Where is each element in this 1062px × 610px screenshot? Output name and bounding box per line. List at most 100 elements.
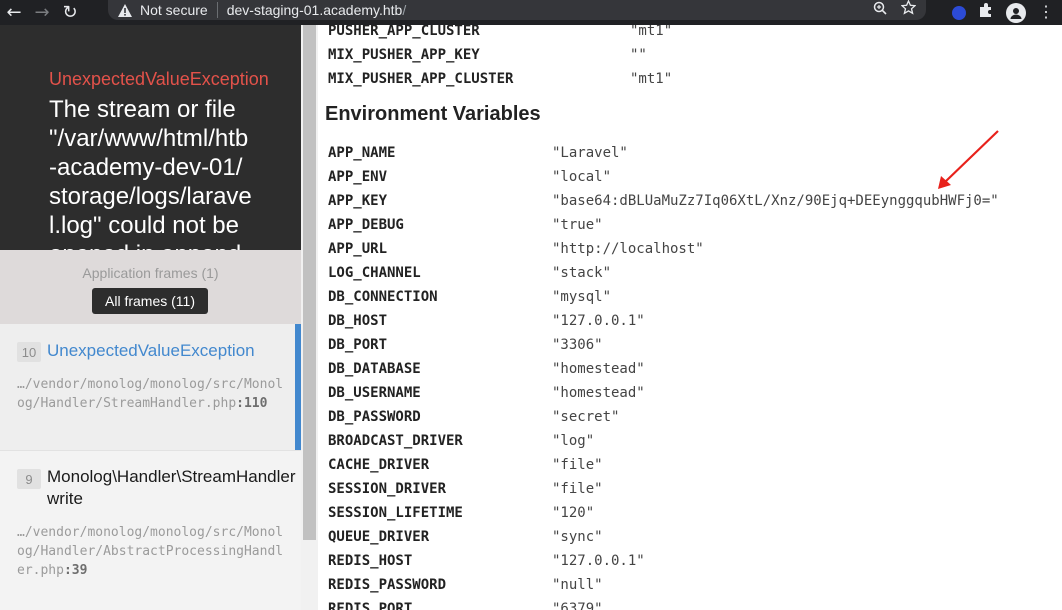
env-row: APP_NAME "Laravel" <box>328 143 628 163</box>
env-key: SESSION_DRIVER <box>328 481 447 497</box>
frame-number: 10 <box>17 342 41 362</box>
frames-filter-bar: Application frames (1) All frames (11) <box>0 250 301 324</box>
env-value: "secret" <box>552 409 620 425</box>
env-row: DB_HOST "127.0.0.1" <box>328 311 645 331</box>
env-value: "file" <box>552 481 603 497</box>
frame-path: …/vendor/monolog/monolog/src/Monolog/Han… <box>17 375 287 413</box>
env-key: APP_ENV <box>328 169 388 185</box>
exception-header: UnexpectedValueException The stream or f… <box>0 25 301 250</box>
exception-message: The stream or file "/var/www/html/htb-ac… <box>49 96 252 250</box>
env-key: MIX_PUSHER_APP_CLUSTER <box>328 71 514 87</box>
frame-line: :39 <box>63 563 88 578</box>
stack-frame[interactable]: 9 Monolog\Handler\StreamHandler write …/… <box>0 451 301 610</box>
browser-toolbar: ← → ↻ Not secure dev-staging-01.academy.… <box>0 0 1062 25</box>
address-bar[interactable]: Not secure dev-staging-01.academy.htb/ <box>108 0 926 20</box>
env-value: "homestead" <box>552 361 645 377</box>
env-value: "sync" <box>552 529 603 545</box>
env-key: DB_PASSWORD <box>328 409 421 425</box>
env-row: PUSHER_APP_CLUSTER "mt1" <box>328 25 672 41</box>
env-key: SESSION_LIFETIME <box>328 505 463 521</box>
env-value: "base64:dBLUaMuZz7Iq06XtL/Xnz/90Ejq+DEEy… <box>552 193 999 209</box>
env-value: "" <box>630 47 647 63</box>
frame-path: …/vendor/monolog/monolog/src/Monolog/Han… <box>17 523 287 580</box>
env-key: REDIS_PORT <box>328 601 413 610</box>
env-row: REDIS_HOST "127.0.0.1" <box>328 551 645 571</box>
env-key: DB_DATABASE <box>328 361 421 377</box>
env-row: APP_KEY "base64:dBLUaMuZz7Iq06XtL/Xnz/90E… <box>328 191 999 211</box>
frame-title: UnexpectedValueException <box>47 341 255 360</box>
env-key: DB_PORT <box>328 337 388 353</box>
env-row: DB_USERNAME "homestead" <box>328 383 645 403</box>
forward-arrow-icon[interactable]: → <box>28 0 56 25</box>
env-row: DB_PORT "3306" <box>328 335 603 355</box>
env-key: CACHE_DRIVER <box>328 457 430 473</box>
address-separator <box>216 2 218 18</box>
stack-frame[interactable]: 10 UnexpectedValueException …/vendor/mon… <box>0 324 301 450</box>
env-value: "mt1" <box>630 25 673 39</box>
env-key: REDIS_HOST <box>328 553 413 569</box>
env-row: SESSION_DRIVER "file" <box>328 479 603 499</box>
profile-icon[interactable] <box>1006 2 1026 23</box>
section-title: Environment Variables <box>325 103 541 125</box>
env-row: SESSION_LIFETIME "120" <box>328 503 594 523</box>
frame-line: :110 <box>236 396 268 411</box>
url-host: dev-staging-01.academy.htb <box>226 2 403 18</box>
env-key: LOG_CHANNEL <box>328 265 421 281</box>
env-value: "mt1" <box>630 71 673 87</box>
panel-scrollbar-thumb[interactable] <box>303 25 316 540</box>
star-icon[interactable] <box>900 0 917 20</box>
menu-icon[interactable]: ⋮ <box>1038 4 1054 21</box>
env-row: DB_DATABASE "homestead" <box>328 359 645 379</box>
url-path: / <box>402 2 407 18</box>
reload-icon[interactable]: ↻ <box>56 0 84 25</box>
env-value: "null" <box>552 577 603 593</box>
env-value: "homestead" <box>552 385 645 401</box>
not-secure-label[interactable]: Not secure <box>140 2 208 18</box>
env-value: "local" <box>552 169 612 185</box>
zoom-icon[interactable] <box>873 1 887 20</box>
env-row: CACHE_DRIVER "file" <box>328 455 603 475</box>
env-row: REDIS_PASSWORD "null" <box>328 575 603 595</box>
frame-file: …/vendor/monolog/monolog/src/Monolog/Han… <box>17 525 284 578</box>
env-key: MIX_PUSHER_APP_KEY <box>328 47 480 63</box>
env-key: APP_KEY <box>328 193 388 209</box>
env-value: "log" <box>552 433 595 449</box>
warning-icon[interactable] <box>118 3 132 17</box>
env-value: "127.0.0.1" <box>552 313 645 329</box>
puzzle-icon[interactable] <box>978 2 994 23</box>
env-row: BROADCAST_DRIVER "log" <box>328 431 594 451</box>
env-row: APP_ENV "local" <box>328 167 611 187</box>
env-key: QUEUE_DRIVER <box>328 529 430 545</box>
env-key: APP_NAME <box>328 145 396 161</box>
env-row: DB_CONNECTION "mysql" <box>328 287 611 307</box>
details-panel: PUSHER_APP_CLUSTER "mt1" MIX_PUSHER_APP_… <box>318 25 1062 610</box>
env-row: QUEUE_DRIVER "sync" <box>328 527 603 547</box>
back-arrow-icon[interactable]: ← <box>0 0 28 25</box>
env-row: MIX_PUSHER_APP_KEY "" <box>328 45 647 65</box>
stack-panel: UnexpectedValueException The stream or f… <box>0 25 301 610</box>
env-key: REDIS_PASSWORD <box>328 577 447 593</box>
env-row: MIX_PUSHER_APP_CLUSTER "mt1" <box>328 69 672 89</box>
env-key: DB_HOST <box>328 313 388 329</box>
env-key: APP_URL <box>328 241 388 257</box>
application-frames-toggle[interactable]: Application frames (1) <box>0 265 301 281</box>
env-value: "120" <box>552 505 595 521</box>
env-value: "6379" <box>552 601 603 610</box>
env-value: "3306" <box>552 337 603 353</box>
env-key: BROADCAST_DRIVER <box>328 433 463 449</box>
extension-icon[interactable] <box>952 5 966 20</box>
env-row: REDIS_PORT "6379" <box>328 599 603 610</box>
exception-class: UnexpectedValueException <box>49 69 269 89</box>
url-text[interactable]: dev-staging-01.academy.htb/ <box>227 2 407 18</box>
env-key: DB_USERNAME <box>328 385 421 401</box>
env-value: "127.0.0.1" <box>552 553 645 569</box>
env-key: PUSHER_APP_CLUSTER <box>328 25 480 39</box>
all-frames-toggle[interactable]: All frames (11) <box>92 288 208 314</box>
env-row: DB_PASSWORD "secret" <box>328 407 619 427</box>
env-row: APP_URL "http://localhost" <box>328 239 704 259</box>
env-value: "file" <box>552 457 603 473</box>
env-value: "Laravel" <box>552 145 628 161</box>
env-row: APP_DEBUG "true" <box>328 215 603 235</box>
env-key: DB_CONNECTION <box>328 289 438 305</box>
env-value: "http://localhost" <box>552 241 704 257</box>
